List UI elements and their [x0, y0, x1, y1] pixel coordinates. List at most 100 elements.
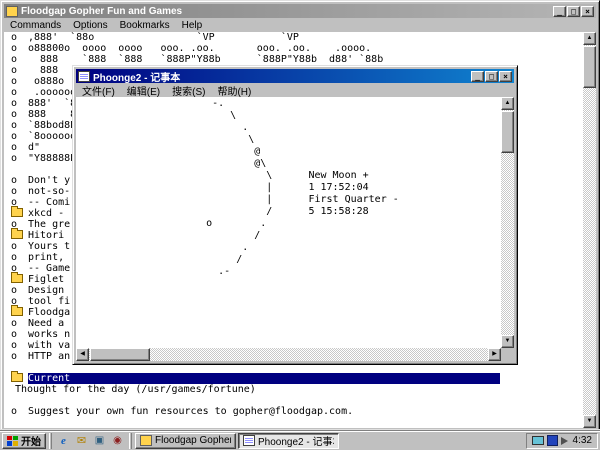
channels-icon[interactable]: ◉ — [109, 433, 126, 449]
scroll-down-icon[interactable]: ▼ — [583, 415, 596, 428]
gopher-item-text: d" — [28, 142, 40, 153]
taskbar: 开始 e✉▣◉ Floodgap Gopher Fun .. Phoonge2 -… — [0, 430, 600, 450]
gopher-item-text: o88800o oooo oooo ooo. .oo. ooo. .oo. .o… — [28, 43, 371, 54]
minimize-button[interactable]: _ — [553, 6, 566, 17]
taskbar-button-gopher[interactable]: Floodgap Gopher Fun .. — [135, 433, 236, 449]
gopher-text-bullet: o — [4, 43, 28, 54]
folder-icon — [11, 274, 23, 283]
scroll-up-icon[interactable]: ▲ — [501, 97, 514, 110]
gopher-text-bullet: o — [4, 32, 28, 43]
maximize-button[interactable]: □ — [485, 71, 498, 82]
windows-logo-icon — [7, 436, 18, 446]
gopher-item-text: print, — [28, 252, 64, 263]
gopher-item-text — [28, 164, 34, 175]
notepad-vertical-scrollbar[interactable]: ▲ ▼ — [501, 97, 514, 348]
gopher-app-icon — [6, 6, 18, 17]
gopher-item-text: `8oooooo — [28, 131, 76, 142]
gopher-item-text: The gre — [28, 219, 70, 230]
gopher-item-text: Hitori — [28, 230, 64, 241]
gopher-vertical-scrollbar[interactable]: ▲ ▼ — [583, 32, 596, 428]
notepad-menu-h[interactable]: 帮助(H) — [211, 82, 257, 99]
maximize-button[interactable]: □ — [567, 6, 580, 17]
minimize-button[interactable]: _ — [471, 71, 484, 82]
gopher-menu-help[interactable]: Help — [176, 19, 209, 32]
gopher-menubar: CommandsOptionsBookmarksHelp — [4, 18, 596, 32]
system-tray: 4:32 — [526, 433, 598, 449]
scroll-up-icon[interactable]: ▲ — [583, 32, 596, 45]
gopher-item-text: Suggest your own fun resources to gopher… — [28, 406, 353, 417]
gopher-item-text: Yours t — [28, 241, 70, 252]
close-button[interactable]: × — [581, 6, 594, 17]
notepad-horizontal-scrollbar[interactable]: ◀ ▶ — [76, 348, 501, 361]
folder-icon — [11, 373, 23, 382]
gopher-text-bullet: o — [4, 340, 28, 351]
gopher-item: oo88800o oooo oooo ooo. .oo. ooo. .oo. .… — [4, 43, 583, 54]
gopher-item-text: .oooooo — [28, 87, 76, 98]
gopher-item — [4, 395, 583, 406]
gopher-menu-options[interactable]: Options — [67, 19, 113, 32]
gopher-text-bullet: o — [4, 109, 28, 120]
notepad-icon — [243, 435, 255, 446]
scroll-thumb[interactable] — [583, 46, 596, 88]
taskbar-divider — [129, 433, 132, 449]
gopher-item-text: Don't y — [28, 175, 70, 186]
gopher-menu-bookmarks[interactable]: Bookmarks — [114, 19, 176, 32]
gopher-titlebar[interactable]: Floodgap Gopher Fun and Games _ □ × — [4, 4, 596, 18]
gopher-item-text: 888 `888 `888 `888P"Y88b `888P"Y88b d88'… — [28, 54, 383, 65]
gopher-text-bullet: o — [4, 142, 28, 153]
gopher-text-bullet: o — [4, 186, 28, 197]
gopher-icon — [140, 435, 152, 446]
notepad-app-icon — [78, 71, 90, 82]
outlook-quicklaunch-icon[interactable]: ✉ — [73, 433, 90, 449]
gopher-item-text: 888' `8 — [28, 98, 76, 109]
scroll-left-icon[interactable]: ◀ — [76, 348, 89, 361]
gopher-text-bullet: o — [4, 153, 28, 164]
taskbar-button-label: Floodgap Gopher Fun .. — [155, 435, 231, 446]
gopher-text-bullet: o — [4, 54, 28, 65]
gopher-menu-commands[interactable]: Commands — [4, 19, 67, 32]
gopher-text-bullet: o — [4, 318, 28, 329]
show-desktop-icon[interactable]: ▣ — [91, 433, 108, 449]
folder-icon — [11, 230, 23, 239]
folder-icon — [11, 307, 23, 316]
scroll-thumb[interactable] — [501, 111, 514, 153]
gopher-item: Thought for the day (/usr/games/fortune) — [4, 384, 583, 395]
taskbar-button-notepad[interactable]: Phoonge2 - 记事本 — [238, 433, 339, 449]
gopher-text-bullet: o — [4, 120, 28, 131]
notepad-menu-f[interactable]: 文件(F) — [76, 82, 121, 99]
gopher-item-text: -- Game — [28, 263, 70, 274]
scrollbar-corner — [501, 348, 514, 361]
scroll-right-icon[interactable]: ▶ — [488, 348, 501, 361]
gopher-text-bullet: o — [4, 241, 28, 252]
gopher-item-text: -- Comi — [28, 197, 70, 208]
gopher-text-bullet: o — [4, 406, 28, 417]
start-button[interactable]: 开始 — [2, 433, 46, 449]
folder-icon — [11, 208, 23, 217]
scroll-thumb[interactable] — [90, 348, 150, 361]
gopher-text-bullet: o — [4, 285, 28, 296]
notepad-menubar: 文件(F)编辑(E)搜索(S)帮助(H) — [76, 83, 514, 97]
gopher-item-text — [28, 362, 34, 373]
gopher-text-bullet: o — [4, 87, 28, 98]
gopher-item-text: `88bod8P — [28, 120, 76, 131]
gopher-text-bullet: o — [4, 76, 28, 87]
notepad-menu-e[interactable]: 编辑(E) — [121, 82, 166, 99]
close-button[interactable]: × — [499, 71, 512, 82]
ie-quicklaunch-icon[interactable]: e — [55, 433, 72, 449]
gopher-item-text: Thought for the day (/usr/games/fortune) — [4, 384, 256, 395]
notepad-menu-s[interactable]: 搜索(S) — [166, 82, 211, 99]
gopher-window-title: Floodgap Gopher Fun and Games — [21, 6, 550, 17]
gopher-item-text: 888 8 — [28, 109, 76, 120]
notepad-text-area[interactable]: -. \ . \ @ @\ \ New Moon + | 1 17:52:04 … — [76, 97, 514, 361]
gopher-item-text: Figlet — [28, 274, 64, 285]
scroll-down-icon[interactable]: ▼ — [501, 335, 514, 348]
display-tray-icon[interactable] — [532, 436, 544, 445]
gopher-item-text: Floodga — [28, 307, 70, 318]
gopher-item-text: Current — [28, 373, 500, 384]
gopher-text-bullet: o — [4, 175, 28, 186]
gopher-item-text: xkcd - — [28, 208, 64, 219]
gopher-item: oSuggest your own fun resources to gophe… — [4, 406, 583, 417]
ime-indicator-icon[interactable] — [547, 435, 558, 446]
gopher-item-selected[interactable]: Current — [4, 373, 583, 384]
volume-tray-icon[interactable] — [561, 437, 568, 445]
